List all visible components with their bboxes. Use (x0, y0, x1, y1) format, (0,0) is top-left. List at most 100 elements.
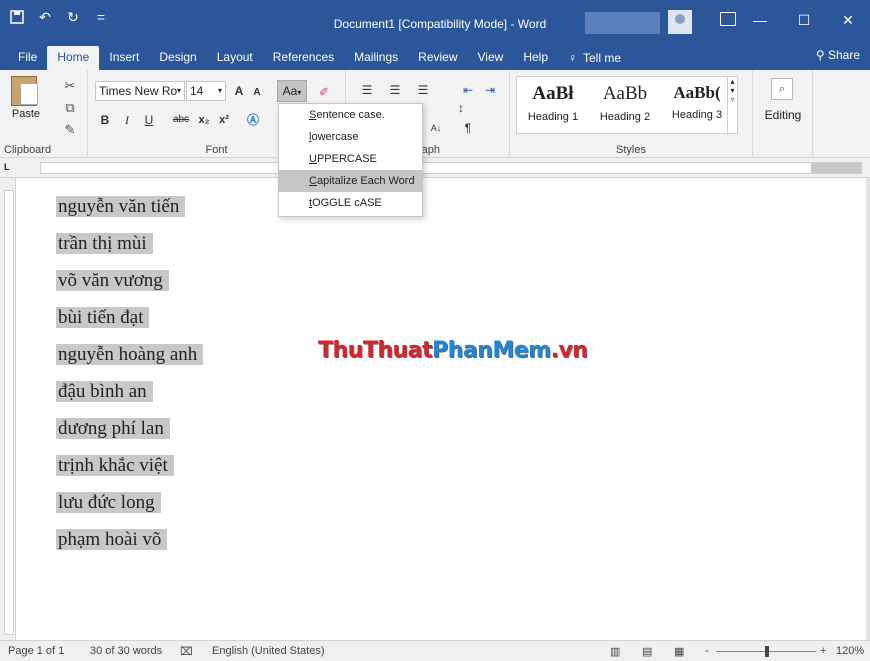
document-page[interactable]: nguyễn văn tiến trần thị mùi võ văn vươn… (16, 178, 866, 640)
tab-home[interactable]: Home (47, 46, 100, 70)
text-line[interactable]: nguyễn hoàng anh (56, 336, 204, 373)
tab-review[interactable]: Review (408, 46, 467, 70)
watermark-logo: ThuThuatPhanMem.vn (318, 338, 588, 363)
document-text[interactable]: nguyễn văn tiến trần thị mùi võ văn vươn… (56, 188, 204, 558)
ruler-margin (811, 163, 861, 173)
selected-text: nguyễn hoàng anh (56, 344, 204, 365)
tab-file[interactable]: File (8, 46, 47, 70)
tab-layout[interactable]: Layout (207, 46, 263, 70)
numbering-icon[interactable]: ☰ (384, 80, 406, 100)
tab-help[interactable]: Help (513, 46, 558, 70)
show-marks-icon[interactable]: ¶ (460, 118, 476, 138)
style-preview: AaBb (602, 83, 648, 104)
undo-icon[interactable]: ↶ (36, 8, 54, 26)
paste-button[interactable]: Paste (8, 76, 44, 120)
zoom-level[interactable]: 120% (836, 645, 864, 657)
text-line[interactable]: nguyễn văn tiến (56, 188, 203, 225)
italic-button[interactable]: I (120, 110, 134, 130)
close-button[interactable]: ✕ (826, 0, 870, 40)
text-line[interactable]: dương phí lan (56, 410, 203, 447)
ruler-track[interactable] (40, 162, 862, 174)
maximize-button[interactable]: ☐ (782, 0, 826, 40)
format-painter-icon[interactable]: ✎ (62, 122, 78, 138)
tab-design[interactable]: Design (149, 46, 206, 70)
text-line[interactable]: lưu đức long (56, 484, 203, 521)
language-label[interactable]: English (United States) (212, 645, 325, 657)
selected-text: đậu bình an (56, 381, 153, 402)
style-heading-2[interactable]: AaBb Heading 2 (589, 77, 661, 135)
tell-me-box[interactable]: ♀ Tell me (558, 46, 631, 70)
selected-text: nguyễn văn tiến (56, 196, 186, 217)
text-line[interactable]: bùi tiến đạt (56, 299, 203, 336)
clipboard-icon (11, 76, 38, 106)
tab-insert[interactable]: Insert (99, 46, 149, 70)
text-line[interactable]: võ văn vương (56, 262, 203, 299)
sort-icon[interactable]: A↓ (428, 118, 444, 138)
vertical-ruler-track[interactable] (4, 190, 14, 635)
zoom-out-button[interactable]: - (705, 645, 709, 657)
strikethrough-button[interactable]: abc (170, 110, 192, 130)
copy-icon[interactable]: ⧉ (62, 100, 78, 116)
redo-icon[interactable]: ↻ (64, 8, 82, 26)
ribbon-display-options-icon[interactable] (720, 12, 736, 26)
print-layout-icon[interactable]: ▤ (642, 645, 652, 658)
selected-text: võ văn vương (56, 270, 169, 291)
tab-view[interactable]: View (468, 46, 514, 70)
web-layout-icon[interactable]: ▦ (674, 645, 684, 658)
line-spacing-icon[interactable]: ↕ (452, 98, 470, 118)
text-line[interactable]: trần thị mùi (56, 225, 203, 262)
zoom-slider-thumb[interactable] (765, 646, 769, 657)
grow-font-button[interactable]: A (232, 81, 246, 101)
menu-item-sentence-case[interactable]: Sentence case. (279, 104, 422, 126)
text-line[interactable]: phạm hoài võ (56, 521, 203, 558)
zoom-in-button[interactable]: + (820, 645, 826, 657)
tab-selector-icon[interactable]: L (4, 162, 16, 174)
bold-button[interactable]: B (98, 110, 112, 130)
style-heading-3[interactable]: AaBb( Heading 3 (661, 77, 733, 135)
editing-button[interactable]: Editing (761, 108, 805, 122)
change-case-menu: Sentence case. lowercase UPPERCASE Capit… (278, 103, 423, 217)
shrink-font-button[interactable]: A (250, 83, 264, 103)
font-name-value: Times New Ro (99, 84, 178, 98)
change-case-button[interactable]: Aa▾ (277, 80, 307, 102)
chevron-down-icon: ▾ (176, 86, 181, 95)
page-count[interactable]: Page 1 of 1 (8, 645, 64, 657)
selected-text: trần thị mùi (56, 233, 153, 254)
gallery-scroll-icon[interactable]: ▴ ▾ ▿ (727, 77, 737, 135)
window-title: Document1 [Compatibility Mode] - Word (333, 17, 547, 31)
font-name-select[interactable]: Times New Ro ▾ (95, 81, 185, 101)
tab-references[interactable]: References (263, 46, 344, 70)
share-button[interactable]: ⚲ Share (816, 48, 860, 62)
cut-icon[interactable]: ✂ (62, 78, 78, 94)
customize-qat-button[interactable]: = (92, 8, 110, 26)
text-line[interactable]: trịnh khắc việt (56, 447, 203, 484)
font-size-select[interactable]: 14 ▾ (186, 81, 226, 101)
clipboard-group: Paste ✂ ⧉ ✎ Clipboard (0, 70, 88, 158)
text-effects-icon[interactable]: Ⓐ (244, 110, 262, 130)
minimize-button[interactable]: — (738, 0, 782, 40)
subscript-button[interactable]: x₂ (196, 110, 212, 130)
menu-item-uppercase[interactable]: UPPERCASE (279, 148, 422, 170)
multilevel-list-icon[interactable]: ☰ (412, 80, 434, 100)
menu-item-lowercase[interactable]: lowercase (279, 126, 422, 148)
increase-indent-icon[interactable]: ⇥ (480, 80, 500, 100)
tab-mailings[interactable]: Mailings (344, 46, 408, 70)
word-count[interactable]: 30 of 30 words (90, 645, 162, 657)
clear-formatting-icon[interactable]: ✐ (316, 82, 332, 102)
decrease-indent-icon[interactable]: ⇤ (458, 80, 478, 100)
quick-access-toolbar: ↶ ↻ = (8, 8, 110, 26)
menu-item-toggle-case[interactable]: tOGGLE cASE (279, 192, 422, 214)
superscript-button[interactable]: x² (216, 110, 232, 130)
style-heading-1[interactable]: AaBł Heading 1 (517, 77, 589, 135)
read-mode-icon[interactable]: ▥ (610, 645, 620, 658)
avatar[interactable] (668, 10, 692, 34)
styles-gallery[interactable]: AaBł Heading 1 AaBb Heading 2 AaBb( Head… (516, 76, 738, 135)
menu-item-capitalize-each-word[interactable]: Capitalize Each Word (279, 170, 422, 192)
find-icon[interactable]: ⌕ (771, 78, 793, 100)
font-size-value: 14 (190, 84, 204, 98)
bullets-icon[interactable]: ☰ (356, 80, 378, 100)
proofing-icon[interactable]: ⌧ (180, 645, 193, 658)
underline-button[interactable]: U (142, 110, 156, 130)
text-line[interactable]: đậu bình an (56, 373, 203, 410)
save-icon[interactable] (8, 8, 26, 26)
